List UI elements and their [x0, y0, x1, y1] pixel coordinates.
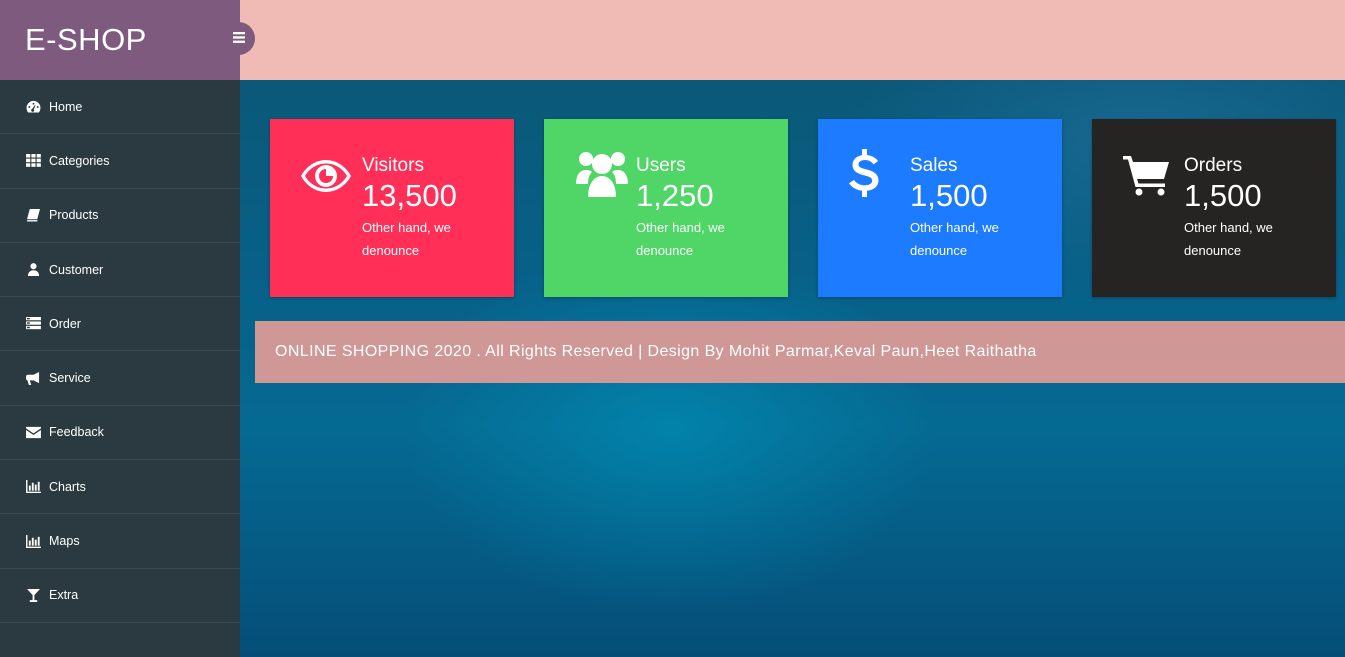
stat-card-title: Orders	[1184, 155, 1243, 176]
sidebar-toggle-button[interactable]	[222, 22, 255, 55]
sidebar-item-charts[interactable]: Charts	[0, 460, 240, 515]
brand-logo-text[interactable]: E-SHOP	[25, 22, 147, 58]
stat-card-users[interactable]: Users 1,250 Other hand, we denounce	[544, 119, 788, 297]
stat-card-sales[interactable]: Sales 1,500 Other hand, we denounce	[818, 119, 1062, 297]
sidebar-item-label: Order	[49, 316, 81, 331]
sidebar-item-label: Service	[49, 371, 91, 386]
sidebar-nav: Home Categories Products Customer Order	[0, 80, 240, 623]
sidebar-item-customer[interactable]: Customer	[0, 243, 240, 298]
sidebar-item-label: Charts	[49, 479, 86, 494]
stat-card-description: Other hand, we denounce	[362, 220, 451, 258]
stat-card-body: Visitors 13,500 Other hand, we denounce	[362, 155, 492, 262]
sidebar-item-service[interactable]: Service	[0, 351, 240, 406]
sidebar-item-feedback[interactable]: Feedback	[0, 406, 240, 461]
dashboard-icon	[24, 100, 42, 114]
stat-card-visitors[interactable]: Visitors 13,500 Other hand, we denounce	[270, 119, 514, 297]
stat-card-title: Sales	[910, 155, 958, 176]
stat-card-body: Orders 1,500 Other hand, we denounce	[1184, 155, 1314, 262]
main-content: Visitors 13,500 Other hand, we denounce …	[240, 80, 1345, 657]
sidebar-item-label: Maps	[49, 534, 80, 549]
sidebar-item-products[interactable]: Products	[0, 189, 240, 243]
sidebar: E-SHOP Home Categories Products Customer	[0, 0, 240, 657]
sidebar-item-extra[interactable]: Extra	[0, 569, 240, 623]
sidebar-item-label: Products	[49, 208, 99, 223]
sidebar-item-maps[interactable]: Maps	[0, 514, 240, 569]
stat-card-description: Other hand, we denounce	[910, 220, 999, 258]
top-bar	[240, 0, 1345, 80]
footer-copyright: ONLINE SHOPPING 2020 . All Rights Reserv…	[275, 343, 1037, 360]
stat-card-title: Visitors	[362, 155, 424, 176]
sidebar-item-label: Feedback	[49, 425, 104, 440]
stat-card-value: 1,250	[636, 178, 714, 213]
bullhorn-icon	[24, 371, 42, 385]
hamburger-icon	[233, 30, 245, 48]
sidebar-item-categories[interactable]: Categories	[0, 134, 240, 189]
users-icon	[576, 149, 628, 204]
sidebar-item-label: Extra	[49, 588, 79, 603]
stat-card-value: 13,500	[362, 178, 457, 213]
page-footer: ONLINE SHOPPING 2020 . All Rights Reserv…	[255, 321, 1345, 383]
list-icon	[24, 317, 42, 331]
cart-icon	[1123, 156, 1169, 201]
user-icon	[24, 263, 42, 277]
stat-card-body: Users 1,250 Other hand, we denounce	[636, 155, 766, 262]
stat-card-description: Other hand, we denounce	[1184, 220, 1273, 258]
stat-card-description: Other hand, we denounce	[636, 220, 725, 258]
sidebar-item-label: Customer	[49, 262, 104, 277]
stat-card-value: 1,500	[1184, 178, 1262, 213]
bar-chart-icon	[24, 534, 42, 548]
stat-card-orders[interactable]: Orders 1,500 Other hand, we denounce	[1092, 119, 1336, 297]
eye-icon	[301, 158, 351, 199]
stat-card-value: 1,500	[910, 178, 988, 213]
bar-chart-icon	[24, 480, 42, 494]
brand-header: E-SHOP	[0, 0, 240, 80]
sidebar-item-home[interactable]: Home	[0, 80, 240, 135]
envelope-icon	[24, 425, 42, 439]
stat-card-body: Sales 1,500 Other hand, we denounce	[910, 155, 1040, 262]
sidebar-item-label: Home	[49, 99, 83, 114]
book-icon	[24, 208, 42, 222]
grid-icon	[24, 154, 42, 168]
sidebar-item-order[interactable]: Order	[0, 297, 240, 352]
stat-card-title: Users	[636, 155, 686, 176]
dollar-icon	[848, 149, 880, 204]
sidebar-item-label: Categories	[49, 153, 110, 168]
glass-icon	[24, 588, 42, 602]
